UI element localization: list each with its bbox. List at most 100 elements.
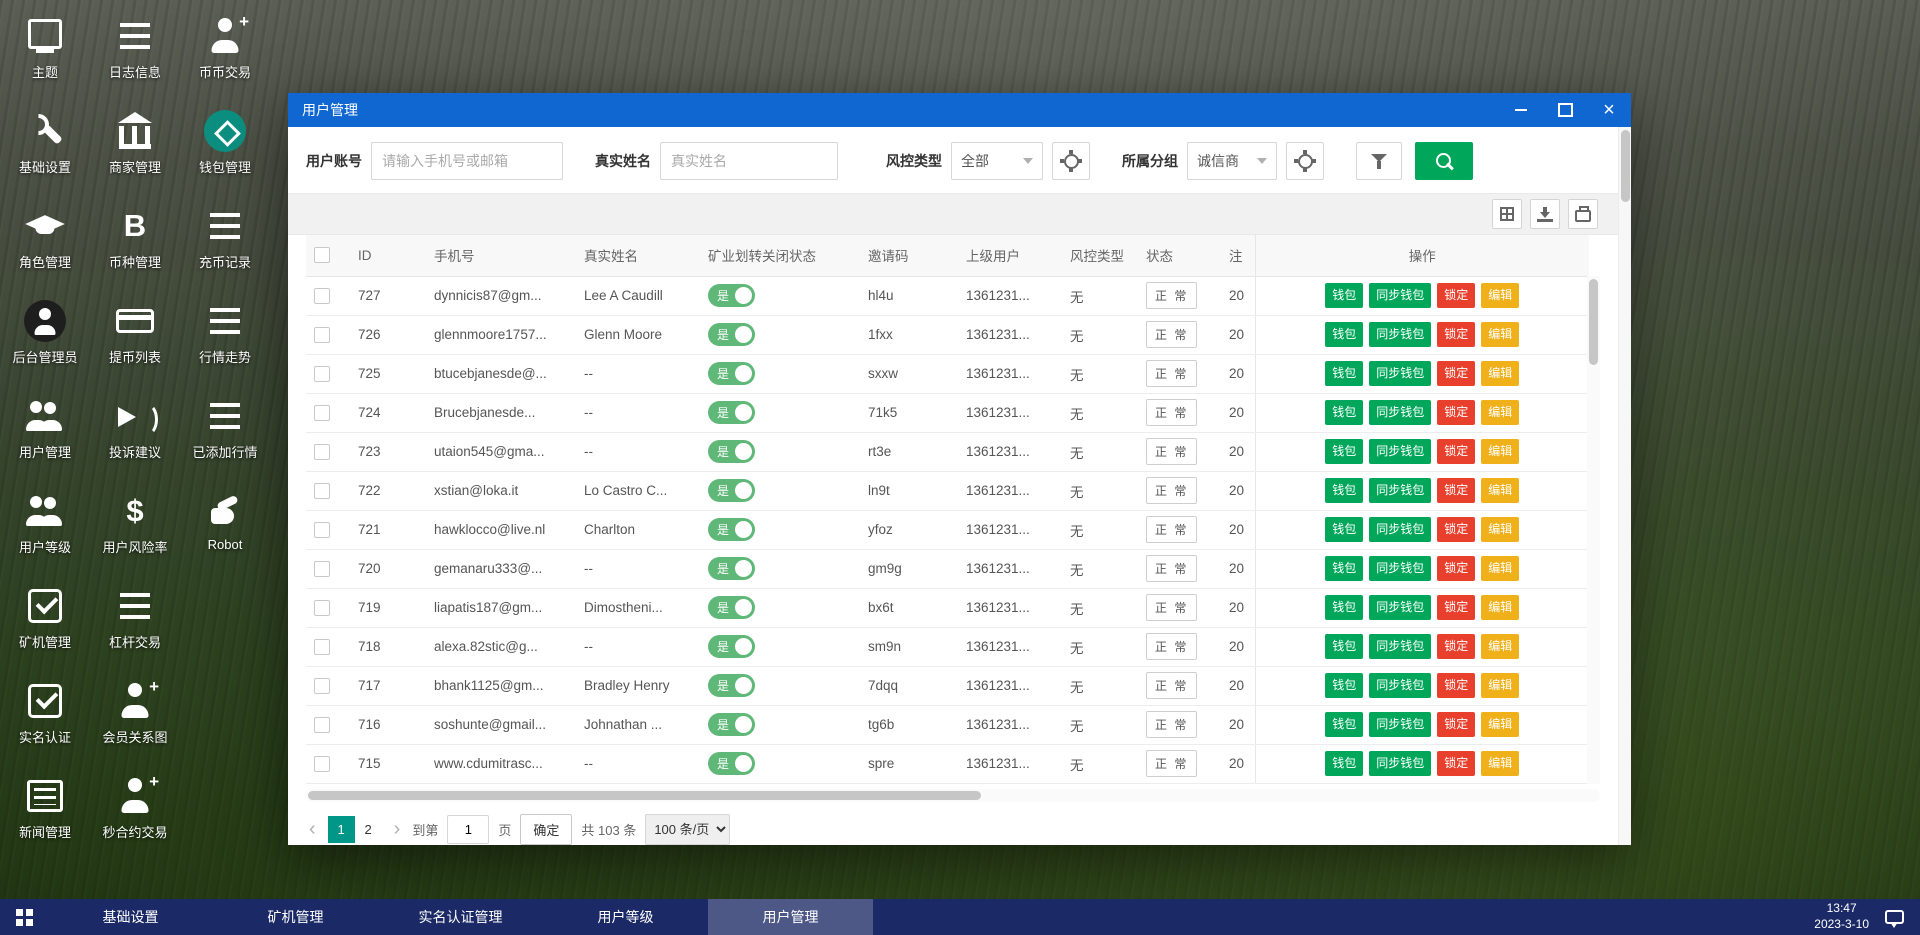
action-edit-button[interactable]: 编辑: [1481, 439, 1519, 464]
taskbar-item-用户管理[interactable]: 用户管理: [708, 899, 873, 935]
transfer-toggle[interactable]: 是: [708, 752, 755, 775]
row-checkbox[interactable]: [314, 522, 330, 538]
desktop-shortcut-投诉建议[interactable]: 投诉建议: [90, 386, 180, 481]
row-checkbox[interactable]: [314, 444, 330, 460]
action-edit-button[interactable]: 编辑: [1481, 400, 1519, 425]
desktop-shortcut-用户风险率[interactable]: $用户风险率: [90, 481, 180, 576]
desktop-shortcut-商家管理[interactable]: 商家管理: [90, 101, 180, 196]
transfer-toggle[interactable]: 是: [708, 284, 755, 307]
action-edit-button[interactable]: 编辑: [1481, 751, 1519, 776]
action-edit-button[interactable]: 编辑: [1481, 478, 1519, 503]
action-edit-button[interactable]: 编辑: [1481, 361, 1519, 386]
action-lock-button[interactable]: 锁定: [1437, 673, 1475, 698]
transfer-toggle[interactable]: 是: [708, 323, 755, 346]
row-checkbox[interactable]: [314, 327, 330, 343]
action-lock-button[interactable]: 锁定: [1437, 517, 1475, 542]
account-input[interactable]: [371, 142, 563, 180]
transfer-toggle[interactable]: 是: [708, 362, 755, 385]
action-lock-button[interactable]: 锁定: [1437, 439, 1475, 464]
action-sync-wallet-button[interactable]: 同步钱包: [1369, 439, 1431, 464]
row-checkbox[interactable]: [314, 405, 330, 421]
print-button[interactable]: [1568, 199, 1598, 229]
desktop-shortcut-Robot[interactable]: Robot: [180, 481, 270, 576]
transfer-toggle[interactable]: 是: [708, 518, 755, 541]
taskbar-item-基础设置[interactable]: 基础设置: [48, 899, 213, 935]
action-edit-button[interactable]: 编辑: [1481, 517, 1519, 542]
action-wallet-button[interactable]: 钱包: [1325, 517, 1363, 542]
desktop-shortcut-行情走势[interactable]: 行情走势: [180, 291, 270, 386]
transfer-toggle[interactable]: 是: [708, 440, 755, 463]
action-edit-button[interactable]: 编辑: [1481, 712, 1519, 737]
transfer-toggle[interactable]: 是: [708, 635, 755, 658]
desktop-shortcut-角色管理[interactable]: 角色管理: [0, 196, 90, 291]
action-lock-button[interactable]: 锁定: [1437, 400, 1475, 425]
close-button[interactable]: [1601, 102, 1617, 118]
scrollbar-thumb[interactable]: [308, 791, 981, 800]
action-wallet-button[interactable]: 钱包: [1325, 673, 1363, 698]
search-button[interactable]: [1415, 142, 1473, 180]
row-checkbox[interactable]: [314, 600, 330, 616]
action-wallet-button[interactable]: 钱包: [1325, 556, 1363, 581]
desktop-shortcut-币币交易[interactable]: +币币交易: [180, 6, 270, 101]
row-checkbox[interactable]: [314, 756, 330, 772]
action-sync-wallet-button[interactable]: 同步钱包: [1369, 712, 1431, 737]
action-lock-button[interactable]: 锁定: [1437, 751, 1475, 776]
page-number-1[interactable]: 1: [328, 816, 355, 843]
action-wallet-button[interactable]: 钱包: [1325, 283, 1363, 308]
action-wallet-button[interactable]: 钱包: [1325, 712, 1363, 737]
action-sync-wallet-button[interactable]: 同步钱包: [1369, 517, 1431, 542]
desktop-shortcut-已添加行情[interactable]: 已添加行情: [180, 386, 270, 481]
desktop-shortcut-杠杆交易[interactable]: 杠杆交易: [90, 576, 180, 671]
taskbar-item-矿机管理[interactable]: 矿机管理: [213, 899, 378, 935]
desktop-shortcut-会员关系图[interactable]: +会员关系图: [90, 671, 180, 766]
risk-type-select[interactable]: 全部: [951, 142, 1043, 180]
action-edit-button[interactable]: 编辑: [1481, 322, 1519, 347]
action-sync-wallet-button[interactable]: 同步钱包: [1369, 751, 1431, 776]
action-wallet-button[interactable]: 钱包: [1325, 478, 1363, 503]
desktop-shortcut-后台管理员[interactable]: 后台管理员: [0, 291, 90, 386]
transfer-toggle[interactable]: 是: [708, 557, 755, 580]
taskbar-clock[interactable]: 13:47 2023-3-10: [1814, 901, 1869, 932]
desktop-shortcut-实名认证[interactable]: 实名认证: [0, 671, 90, 766]
per-page-select[interactable]: 100 条/页: [645, 814, 730, 845]
taskbar-item-用户等级[interactable]: 用户等级: [543, 899, 708, 935]
transfer-toggle[interactable]: 是: [708, 713, 755, 736]
action-wallet-button[interactable]: 钱包: [1325, 439, 1363, 464]
row-checkbox[interactable]: [314, 561, 330, 577]
chat-bubble-icon[interactable]: [1885, 910, 1904, 924]
window-titlebar[interactable]: 用户管理: [288, 93, 1631, 127]
transfer-toggle[interactable]: 是: [708, 401, 755, 424]
desktop-shortcut-主题[interactable]: 主题: [0, 6, 90, 101]
filter-button[interactable]: [1356, 142, 1402, 180]
action-wallet-button[interactable]: 钱包: [1325, 595, 1363, 620]
realname-input[interactable]: [660, 142, 838, 180]
action-lock-button[interactable]: 锁定: [1437, 361, 1475, 386]
action-edit-button[interactable]: 编辑: [1481, 556, 1519, 581]
table-vertical-scrollbar[interactable]: [1587, 276, 1600, 784]
desktop-shortcut-提币列表[interactable]: 提币列表: [90, 291, 180, 386]
action-edit-button[interactable]: 编辑: [1481, 595, 1519, 620]
scrollbar-thumb[interactable]: [1589, 279, 1598, 365]
action-lock-button[interactable]: 锁定: [1437, 478, 1475, 503]
action-sync-wallet-button[interactable]: 同步钱包: [1369, 673, 1431, 698]
window-vertical-scrollbar[interactable]: [1618, 127, 1631, 845]
prev-page-button[interactable]: [306, 816, 319, 842]
action-sync-wallet-button[interactable]: 同步钱包: [1369, 361, 1431, 386]
row-checkbox[interactable]: [314, 639, 330, 655]
desktop-shortcut-用户管理[interactable]: 用户管理: [0, 386, 90, 481]
columns-toggle-button[interactable]: [1492, 199, 1522, 229]
action-sync-wallet-button[interactable]: 同步钱包: [1369, 283, 1431, 308]
action-edit-button[interactable]: 编辑: [1481, 673, 1519, 698]
action-lock-button[interactable]: 锁定: [1437, 283, 1475, 308]
desktop-shortcut-新闻管理[interactable]: 新闻管理: [0, 766, 90, 861]
desktop-shortcut-矿机管理[interactable]: 矿机管理: [0, 576, 90, 671]
page-number-2[interactable]: 2: [355, 816, 382, 843]
risk-settings-button[interactable]: [1052, 142, 1090, 180]
desktop-shortcut-基础设置[interactable]: 基础设置: [0, 101, 90, 196]
minimize-button[interactable]: [1513, 102, 1529, 118]
action-lock-button[interactable]: 锁定: [1437, 322, 1475, 347]
action-sync-wallet-button[interactable]: 同步钱包: [1369, 634, 1431, 659]
row-checkbox[interactable]: [314, 678, 330, 694]
maximize-button[interactable]: [1557, 102, 1573, 118]
export-button[interactable]: [1530, 199, 1560, 229]
